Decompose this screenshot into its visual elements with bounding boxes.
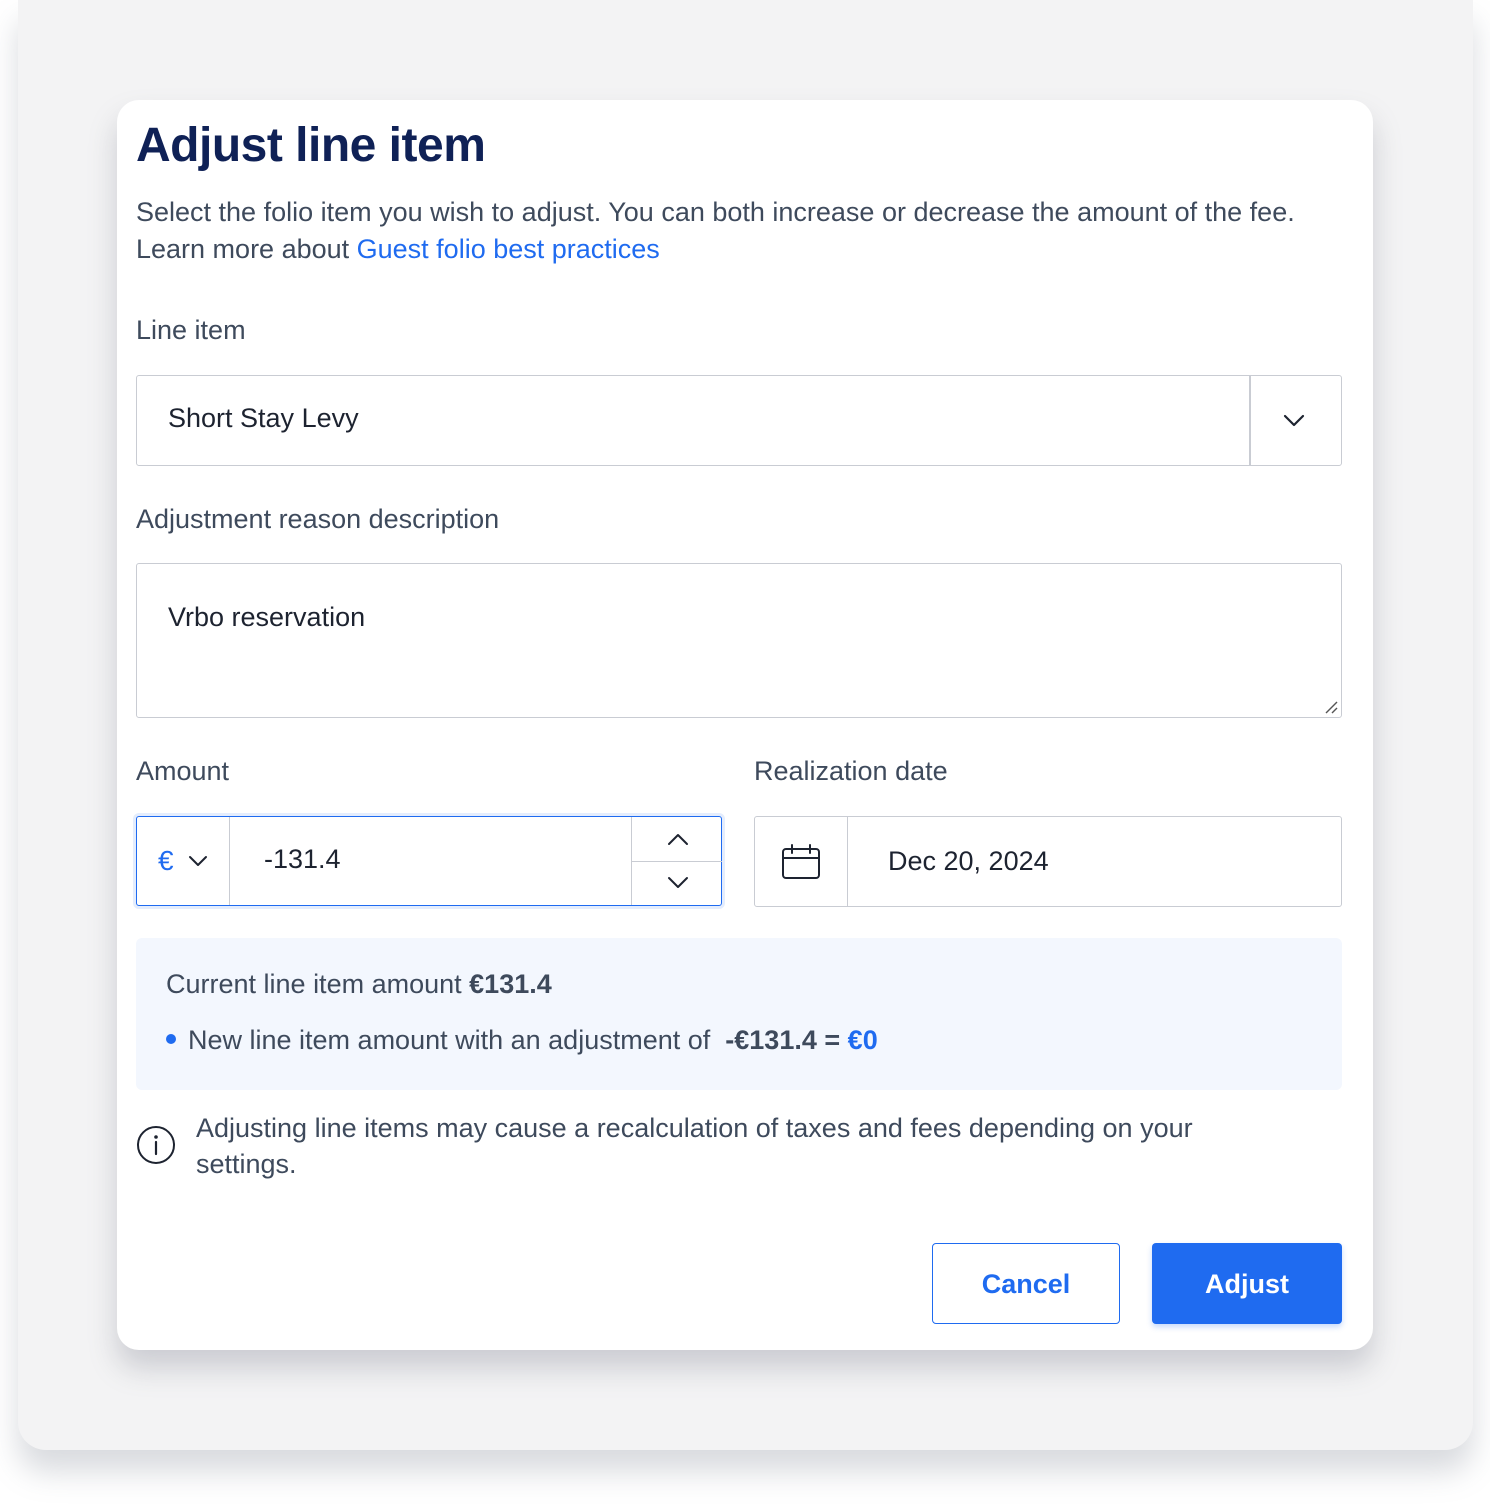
dialog-description: Select the folio item you wish to adjust…: [136, 194, 1316, 268]
amount-input[interactable]: -131.4: [264, 844, 341, 875]
current-amount-line: Current line item amount €131.4: [166, 969, 552, 1000]
line-item-select[interactable]: Short Stay Levy: [136, 375, 1342, 466]
dialog-title: Adjust line item: [136, 119, 486, 172]
info-icon: [137, 1126, 175, 1164]
adjustment-summary: Current line item amount €131.4 New line…: [136, 938, 1342, 1090]
resize-handle-icon[interactable]: [1323, 699, 1339, 715]
adjustment-value: -€131.4: [725, 1025, 817, 1055]
currency-symbol: €: [158, 845, 174, 876]
line-item-label: Line item: [136, 315, 246, 345]
chevron-down-icon: [668, 877, 688, 888]
amount-stepper: [631, 817, 722, 905]
cancel-button[interactable]: Cancel: [932, 1243, 1120, 1324]
chevron-down-icon: [189, 856, 207, 866]
new-amount-value: €0: [847, 1025, 878, 1055]
recalculation-note-text: Adjusting line items may cause a recalcu…: [196, 1113, 1193, 1179]
line-item-selected-value: Short Stay Levy: [168, 403, 359, 433]
decrement-button[interactable]: [632, 861, 722, 905]
description-text: Select the folio item you wish to adjust…: [136, 197, 1295, 264]
adjustment-reason-textarea[interactable]: Vrbo reservation: [136, 563, 1342, 718]
bullet-dot-icon: [166, 1033, 176, 1044]
calendar-button[interactable]: [755, 817, 848, 906]
calendar-icon: [782, 844, 820, 879]
new-amount-label: New line item amount with an adjustment …: [188, 1025, 711, 1055]
select-divider: [1249, 376, 1251, 465]
adjustment-reason-label: Adjustment reason description: [136, 504, 500, 534]
adjust-line-item-dialog: Adjust line item Select the folio item y…: [117, 100, 1373, 1350]
adjust-button[interactable]: Adjust: [1152, 1243, 1342, 1324]
guest-folio-best-practices-link[interactable]: Guest folio best practices: [357, 234, 660, 264]
amount-field: € -131.4: [136, 816, 722, 906]
chevron-down-icon[interactable]: [1279, 408, 1309, 432]
current-amount-label: Current line item amount: [166, 969, 462, 999]
increment-button[interactable]: [632, 817, 722, 862]
realization-date-field[interactable]: Dec 20, 2024: [754, 816, 1342, 907]
realization-date-value: Dec 20, 2024: [888, 846, 1049, 876]
currency-select[interactable]: €: [137, 817, 230, 905]
chevron-up-icon: [668, 834, 688, 845]
current-amount-value: €131.4: [469, 969, 552, 999]
adjustment-reason-value: Vrbo reservation: [168, 602, 366, 632]
realization-date-label: Realization date: [754, 756, 948, 786]
new-amount-line: New line item amount with an adjustment …: [166, 1025, 878, 1056]
amount-label: Amount: [136, 756, 230, 786]
equals-sign: =: [824, 1025, 841, 1055]
